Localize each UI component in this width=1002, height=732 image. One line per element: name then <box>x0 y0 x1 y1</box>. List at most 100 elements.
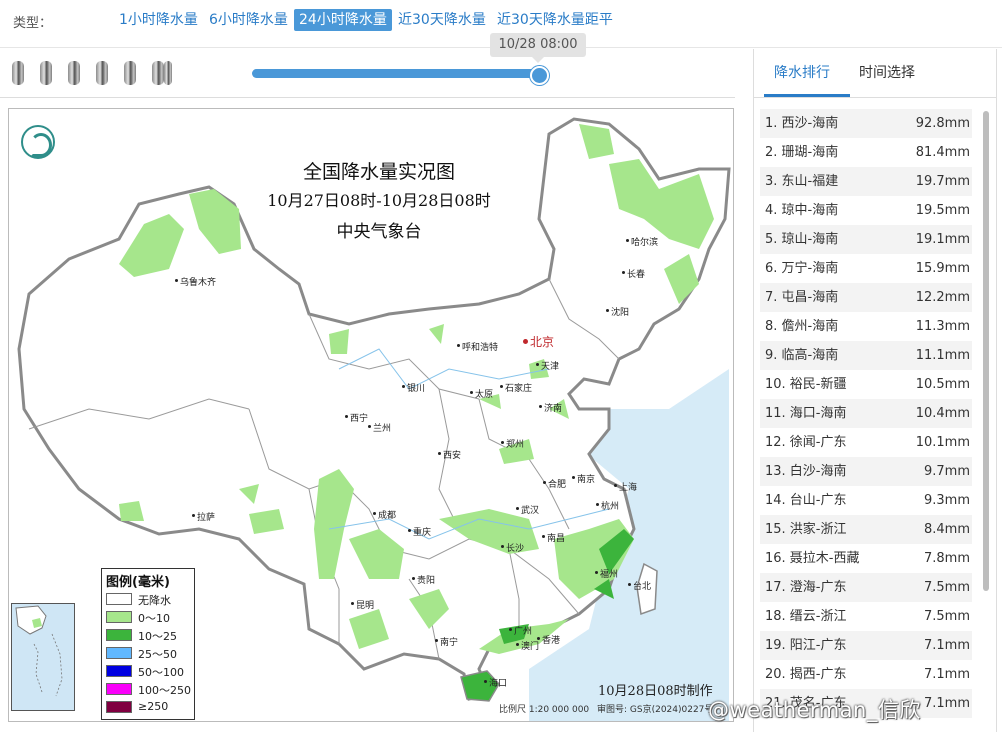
city-label: 长春 <box>621 267 645 280</box>
type-tab-6h[interactable]: 6小时降水量 <box>204 9 293 31</box>
city-label: 沈阳 <box>605 305 629 318</box>
map-title: 全国降水量实况图 <box>302 161 455 183</box>
ranking-station: 20. 揭西-广东 <box>765 667 847 682</box>
ranking-row[interactable]: 9. 临高-海南 11.1mm <box>760 341 972 370</box>
ranking-row[interactable]: 20. 揭西-广东 7.1mm <box>760 660 972 689</box>
ranking-value: 11.1mm <box>915 348 970 363</box>
ranking-row[interactable]: 3. 东山-福建 19.7mm <box>760 167 972 196</box>
ranking-row[interactable]: 1. 西沙-海南 92.8mm <box>760 109 972 138</box>
ranking-row[interactable]: 2. 珊瑚-海南 81.4mm <box>760 138 972 167</box>
city-label: 杭州 <box>595 499 619 512</box>
map-scale: 比例尺 1:20 000 000 <box>499 705 590 715</box>
time-slider-track[interactable] <box>252 69 540 78</box>
ranking-row[interactable]: 4. 琼中-海南 19.5mm <box>760 196 972 225</box>
active-tab-indicator <box>764 94 850 97</box>
legend-item: 50～100 <box>106 663 196 679</box>
tab-time-select[interactable]: 时间选择 <box>859 62 915 82</box>
type-tab-30d[interactable]: 近30天降水量 <box>393 9 491 31</box>
frame-thumb[interactable] <box>12 61 24 85</box>
ranking-station: 12. 徐闻-广东 <box>765 435 847 450</box>
legend-swatch <box>106 683 132 695</box>
ranking-value: 10.1mm <box>915 435 970 450</box>
ranking-row[interactable]: 14. 台山-广东 9.3mm <box>760 486 972 515</box>
ranking-value: 15.9mm <box>915 261 970 276</box>
ranking-row[interactable]: 8. 儋州-海南 11.3mm <box>760 312 972 341</box>
ranking-scrollbar[interactable] <box>983 111 989 591</box>
ranking-station: 11. 海口-海南 <box>765 406 847 421</box>
frame-thumb[interactable] <box>96 61 108 85</box>
legend-label: 25～50 <box>138 648 177 661</box>
ranking-station: 18. 缙云-浙江 <box>765 609 847 624</box>
ranking-value: 19.7mm <box>915 174 970 189</box>
legend-item: 10～25 <box>106 627 196 643</box>
city-label: 长沙 <box>500 541 524 554</box>
ranking-value: 7.5mm <box>923 609 970 624</box>
ranking-row[interactable]: 19. 阳江-广东 7.1mm <box>760 631 972 660</box>
ranking-row[interactable]: 12. 徐闻-广东 10.1mm <box>760 428 972 457</box>
time-slider-handle[interactable] <box>530 66 549 85</box>
ranking-row[interactable]: 6. 万宁-海南 15.9mm <box>760 254 972 283</box>
legend-item: 无降水 <box>106 591 196 607</box>
ranking-row[interactable]: 7. 屯昌-海南 12.2mm <box>760 283 972 312</box>
frame-thumb[interactable] <box>40 61 52 85</box>
legend-label: 无降水 <box>138 594 171 607</box>
ranking-station: 13. 白沙-海南 <box>765 464 847 479</box>
city-label: 兰州 <box>367 421 391 434</box>
frame-thumb[interactable] <box>68 61 80 85</box>
legend-label: 100～250 <box>138 684 191 697</box>
ranking-station: 1. 西沙-海南 <box>765 116 839 131</box>
map-period: 10月27日08时-10月28日08时 <box>267 191 491 210</box>
frame-thumb[interactable] <box>164 61 172 85</box>
ranking-value: 19.1mm <box>915 232 970 247</box>
city-label: 银川 <box>401 381 425 394</box>
city-label: 成都 <box>372 508 396 521</box>
ranking-row[interactable]: 17. 澄海-广东 7.5mm <box>760 573 972 602</box>
ranking-station: 5. 琼山-海南 <box>765 232 839 247</box>
city-label: 上海 <box>613 480 637 493</box>
ranking-value: 7.1mm <box>923 696 970 711</box>
map-agency: 中央气象台 <box>336 222 422 242</box>
left-divider <box>0 97 735 98</box>
cma-logo-icon <box>21 125 55 159</box>
ranking-station: 14. 台山-广东 <box>765 493 847 508</box>
ranking-row[interactable]: 18. 缙云-浙江 7.5mm <box>760 602 972 631</box>
ranking-station: 4. 琼中-海南 <box>765 203 839 218</box>
type-tab-30d-anomaly[interactable]: 近30天降水量距平 <box>492 9 618 31</box>
type-tab-1h[interactable]: 1小时降水量 <box>114 9 203 31</box>
city-label: 香港 <box>536 633 560 646</box>
city-label: 郑州 <box>500 437 524 450</box>
city-label: 南宁 <box>434 635 458 648</box>
ranking-value: 19.5mm <box>915 203 970 218</box>
frame-thumb[interactable] <box>152 61 164 85</box>
legend-label: 50～100 <box>138 666 184 679</box>
ranking-value: 7.1mm <box>923 667 970 682</box>
ranking-row[interactable]: 10. 裕民-新疆 10.5mm <box>760 370 972 399</box>
ranking-row[interactable]: 11. 海口-海南 10.4mm <box>760 399 972 428</box>
ranking-row[interactable]: 15. 洪家-浙江 8.4mm <box>760 515 972 544</box>
ranking-panel: 降水排行 时间选择 1. 西沙-海南 92.8mm 2. 珊瑚-海南 81.4mm 3.… <box>753 49 997 732</box>
legend-item: 0～10 <box>106 609 196 625</box>
city-label: 西宁 <box>344 411 368 424</box>
ranking-row[interactable]: 16. 聂拉木-西藏 7.8mm <box>760 544 972 573</box>
ranking-value: 92.8mm <box>915 116 970 131</box>
ranking-row[interactable]: 13. 白沙-海南 9.7mm <box>760 457 972 486</box>
city-label: 重庆 <box>407 525 431 538</box>
ranking-value: 10.4mm <box>915 406 970 421</box>
city-label: 澳门 <box>515 639 539 652</box>
ranking-station: 15. 洪家-浙江 <box>765 522 847 537</box>
ranking-value: 7.5mm <box>923 580 970 595</box>
ranking-station: 2. 珊瑚-海南 <box>765 145 839 160</box>
legend-swatch <box>106 611 132 623</box>
frame-thumb[interactable] <box>124 61 136 85</box>
tab-precip-ranking[interactable]: 降水排行 <box>774 62 830 82</box>
ranking-station: 17. 澄海-广东 <box>765 580 847 595</box>
type-tab-24h[interactable]: 24小时降水量 <box>294 9 392 31</box>
city-label: 福州 <box>594 567 618 580</box>
ranking-row[interactable]: 5. 琼山-海南 19.1mm <box>760 225 972 254</box>
map-made-time: 10月28日08时制作 <box>598 684 713 699</box>
type-label: 类型： <box>13 16 53 31</box>
ranking-station: 9. 临高-海南 <box>765 348 839 363</box>
watermark: @weatherman_信欣 <box>708 698 921 722</box>
legend-item: ≥250 <box>106 699 196 715</box>
city-label-capital: 北京 <box>522 335 555 349</box>
